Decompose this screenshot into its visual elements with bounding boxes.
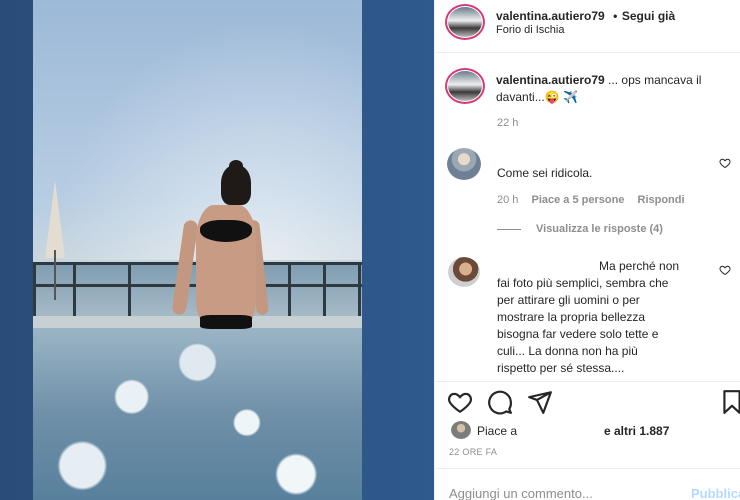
- view-replies-button[interactable]: Visualizza le risposte (4): [536, 223, 663, 235]
- actions-divider: [435, 381, 740, 382]
- post-location[interactable]: Forio di Ischia: [496, 24, 564, 36]
- comment-1-like-icon[interactable]: [719, 157, 731, 169]
- comment-2-line-2: fai foto più semplici, sembra che: [497, 276, 669, 290]
- photo-person: [171, 160, 269, 340]
- comment-1-meta: 20 h Piace a 5 persone Rispondi: [497, 194, 685, 206]
- commenter-avatar-1[interactable]: [447, 148, 481, 180]
- photo-umbrella: [45, 180, 65, 300]
- post-timestamp[interactable]: 22 ORE FA: [449, 447, 497, 457]
- comment-1-reply-button[interactable]: Rispondi: [638, 194, 685, 206]
- photo-jacuzzi-water: [33, 328, 362, 500]
- caption-line-1: ... ops mancava il: [604, 73, 702, 87]
- view-replies-line: [497, 229, 521, 230]
- caption-line-2: davanti...: [496, 90, 545, 104]
- comment-2-text: Ma perché non fai foto più semplici, sem…: [497, 258, 707, 377]
- comment-input-divider: [435, 468, 740, 469]
- likers-avatar[interactable]: [451, 421, 471, 439]
- post-side-panel: valentina.autiero79 • Segui già Forio di…: [434, 0, 740, 500]
- likes-count[interactable]: e altri 1.887: [604, 423, 669, 440]
- comment-2-line-4: mostrare la propria bellezza: [497, 310, 646, 324]
- bookmark-icon[interactable]: [719, 389, 740, 415]
- publish-button[interactable]: Pubblica: [691, 486, 740, 500]
- comment-2-line-3: per attirare gli uomini o per: [497, 293, 640, 307]
- header-divider: [435, 52, 740, 53]
- post-photo[interactable]: [33, 0, 362, 500]
- comment-2-line-5: bisogna far vedere solo tette e: [497, 327, 659, 341]
- comment-1-time[interactable]: 20 h: [497, 194, 518, 206]
- share-icon[interactable]: [527, 389, 553, 415]
- comment-icon[interactable]: [487, 389, 513, 415]
- add-comment-input[interactable]: Aggiungi un commento...: [449, 486, 593, 500]
- comment-2-like-icon[interactable]: [719, 264, 731, 276]
- author-avatar[interactable]: [445, 4, 485, 40]
- heart-icon[interactable]: [447, 389, 473, 415]
- comment-2-line-6: culi... La donna non ha più: [497, 344, 638, 358]
- caption-avatar[interactable]: [445, 68, 485, 104]
- comment-2-line-1: Ma perché non: [599, 259, 680, 273]
- follow-status-button[interactable]: Segui già: [622, 9, 675, 23]
- header-separator: •: [613, 9, 618, 23]
- caption-username[interactable]: valentina.autiero79: [496, 73, 605, 87]
- comment-1-likes[interactable]: Piace a 5 persone: [531, 194, 624, 206]
- caption-text: valentina.autiero79 ... ops mancava il d…: [496, 72, 732, 106]
- comment-2-line-7: rispetto per sé stessa....: [497, 361, 625, 375]
- caption-time[interactable]: 22 h: [497, 117, 518, 129]
- caption-emoji: 😜 ✈️: [544, 90, 578, 104]
- likes-prefix: Piace a: [477, 424, 518, 438]
- comment-1-text: Come sei ridicola.: [497, 166, 593, 180]
- commenter-avatar-2[interactable]: [448, 257, 480, 287]
- author-username[interactable]: valentina.autiero79: [496, 9, 605, 23]
